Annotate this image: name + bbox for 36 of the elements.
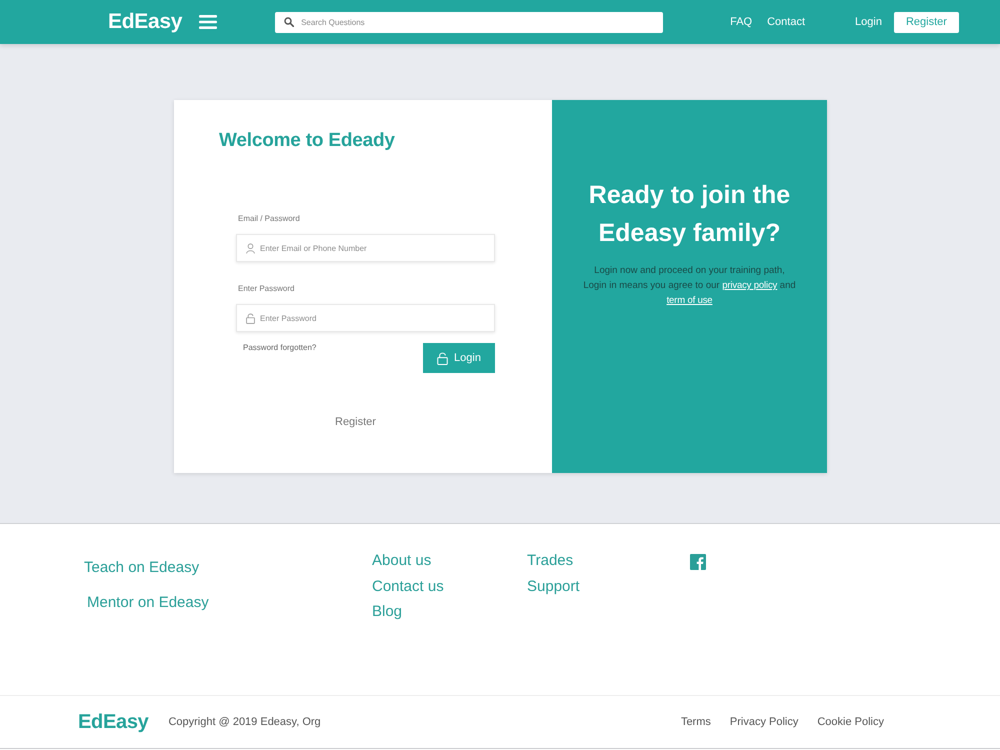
nav-link[interactable]: FAQ [730,16,752,28]
register-button[interactable]: Register [894,12,959,32]
facebook-icon[interactable] [690,554,706,570]
legal-link[interactable]: Privacy Policy [730,716,798,728]
welcome-title: Welcome to Edeady [219,130,395,152]
search-field[interactable]: Search Questions [275,12,664,32]
privacy-policy-link[interactable]: privacy policy [722,280,778,291]
padlock-icon [437,352,448,364]
footer-link[interactable]: About us [372,548,432,574]
register-link[interactable]: Register [335,416,376,428]
user-icon [246,242,255,254]
footer-link[interactable]: Teach on Edeasy [84,555,200,580]
footer-logo: EdEasy [78,710,148,734]
footer-link[interactable]: Contact us [372,574,444,599]
logo[interactable]: EdEasy [108,10,182,34]
footer-link[interactable]: Blog [372,599,402,624]
field-label: Email / Password [238,214,300,224]
copyright-text: Copyright @ 2019 Edeasy, Org [168,716,321,728]
forgot-password-link[interactable]: Password forgotten? [243,343,316,352]
field-label: Enter Password [238,284,294,294]
footer-link[interactable]: Support [527,574,580,599]
padlock-icon [246,312,255,324]
search-icon [284,17,294,27]
menu-icon[interactable] [199,15,218,29]
promo-text: Login now and proceed on your training path, Login in means you agree to our privacy policy and term of use [582,264,797,308]
legal-link[interactable]: Terms [680,716,711,728]
nav-link[interactable]: Contact [767,16,806,28]
email-field[interactable]: Enter Email or Phone Number [236,234,495,262]
password-field[interactable]: Enter Password [236,304,495,332]
login-button[interactable]: Login [423,343,495,373]
footer-link[interactable]: Trades [527,548,574,574]
term-of-use-link[interactable]: term of use [666,295,712,306]
promo-heading: Ready to join the Edeasy family? [588,180,792,249]
footer-link[interactable]: Mentor on Edeasy [87,590,209,615]
legal-link[interactable]: Cookie Policy [817,716,884,728]
login-link[interactable]: Login [855,16,882,28]
